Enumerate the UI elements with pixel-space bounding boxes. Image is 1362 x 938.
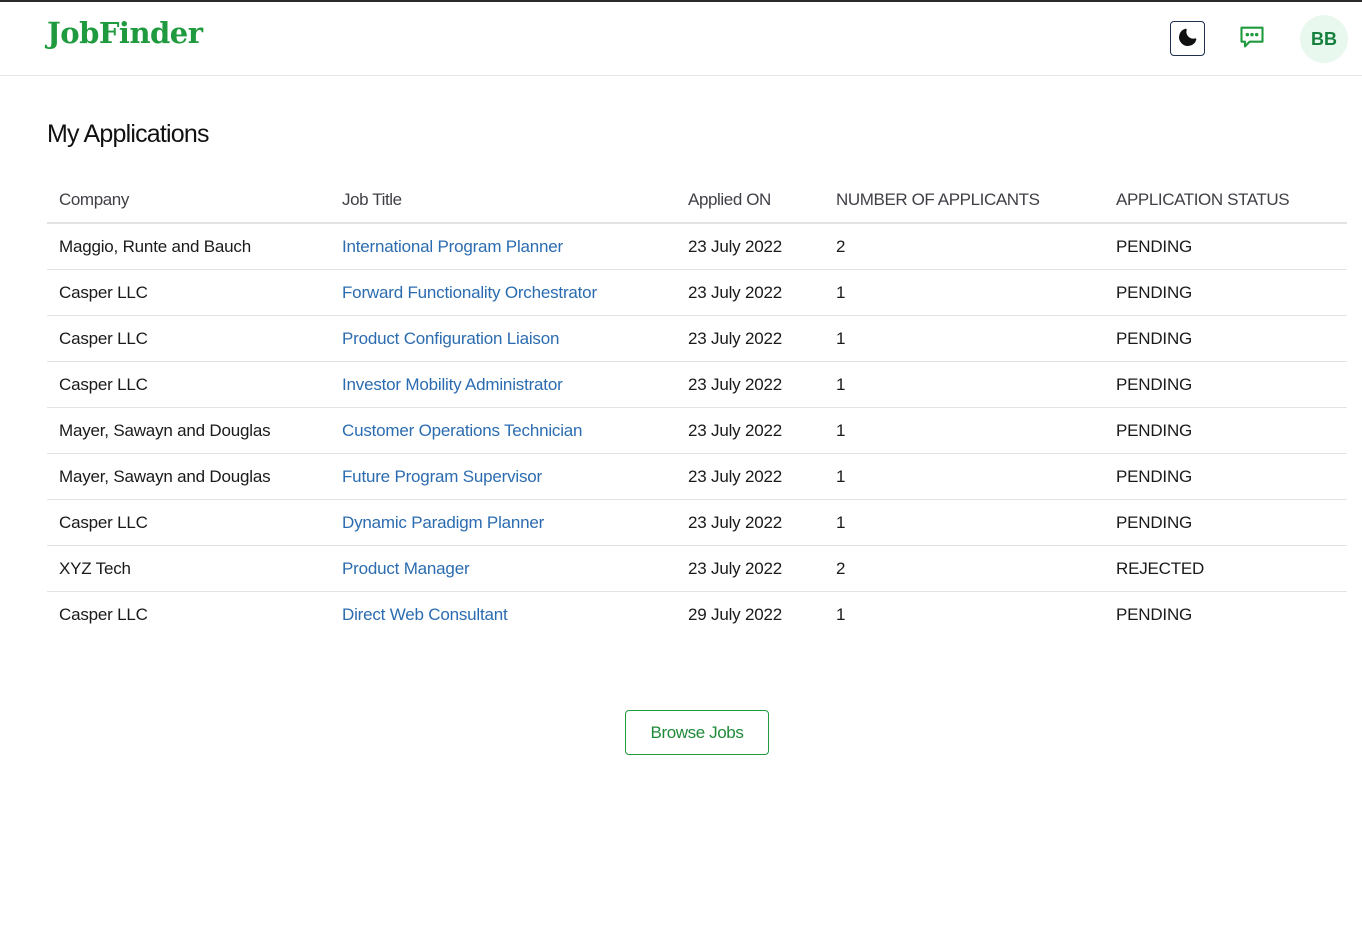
company-cell: XYZ Tech — [47, 545, 330, 592]
job-title-cell: Customer Operations Technician — [330, 407, 676, 454]
applied-on-cell: 23 July 2022 — [676, 453, 824, 500]
status-cell: PENDING — [1104, 453, 1347, 500]
company-cell: Casper LLC — [47, 315, 330, 362]
applicants-count-cell: 1 — [824, 499, 1104, 546]
applied-on-cell: 29 July 2022 — [688, 604, 783, 624]
job-title-cell: Dynamic Paradigm Planner — [330, 499, 676, 546]
job-title-link[interactable]: Product Configuration Liaison — [342, 329, 559, 348]
column-header-application-status: APPLICATION STATUS — [1104, 178, 1347, 224]
column-header-number-of-applicants: NUMBER OF APPLICANTS — [824, 178, 1104, 224]
user-avatar[interactable]: BB — [1300, 15, 1348, 63]
company-cell: Casper LLC — [59, 604, 148, 624]
table-row: Casper LLC Dynamic Paradigm Planner 23 J… — [47, 499, 1347, 546]
job-title-link[interactable]: Customer Operations Technician — [342, 421, 583, 440]
page-title: My Applications — [47, 120, 210, 148]
applied-on-cell: 23 July 2022 — [676, 545, 824, 592]
applicants-count-cell: 1 — [824, 269, 1104, 316]
applied-on-cell: 23 July 2022 — [676, 407, 824, 454]
applicants-count-cell: 1 — [824, 407, 1104, 454]
job-title-link[interactable]: Dynamic Paradigm Planner — [342, 513, 544, 532]
table-row: Casper LLC Investor Mobility Administrat… — [47, 361, 1347, 408]
job-title-cell: Product Configuration Liaison — [330, 315, 676, 362]
column-header-company: Company — [47, 178, 330, 224]
applications-table: Company Job Title Applied ON NUMBER OF A… — [47, 178, 1347, 637]
column-header-applied-on: Applied ON — [676, 178, 824, 224]
table-row: Casper LLC Forward Functionality Orchest… — [47, 269, 1347, 316]
status-cell: PENDING — [1104, 269, 1347, 316]
applicants-count-cell: 1 — [836, 604, 846, 624]
job-title-cell: Forward Functionality Orchestrator — [330, 269, 676, 316]
company-cell: Casper LLC — [47, 361, 330, 408]
job-title-cell: Product Manager — [330, 545, 676, 592]
job-title-link[interactable]: Future Program Supervisor — [342, 467, 542, 486]
applied-on-cell: 23 July 2022 — [676, 223, 824, 270]
table-row: Mayer, Sawayn and Douglas Future Program… — [47, 453, 1347, 500]
app-logo[interactable]: JobFinder — [47, 16, 203, 50]
messages-button[interactable] — [1234, 22, 1269, 57]
company-cell: Maggio, Runte and Bauch — [47, 223, 330, 270]
theme-toggle-button[interactable] — [1170, 21, 1205, 56]
browse-jobs-button[interactable]: Browse Jobs — [625, 710, 769, 755]
table-row: Mayer, Sawayn and Douglas Customer Opera… — [47, 407, 1347, 454]
applicants-count-cell: 1 — [824, 453, 1104, 500]
status-cell: REJECTED — [1104, 545, 1347, 592]
applicants-count-cell: 2 — [824, 223, 1104, 270]
applied-on-cell: 23 July 2022 — [676, 269, 824, 316]
company-cell: Mayer, Sawayn and Douglas — [47, 407, 330, 454]
table-row: Casper LLC Direct Web Consultant 29 July… — [47, 592, 1347, 638]
table-header-row: Company Job Title Applied ON NUMBER OF A… — [47, 178, 1347, 224]
company-cell: Casper LLC — [47, 269, 330, 316]
applied-on-cell: 23 July 2022 — [676, 499, 824, 546]
status-cell: PENDING — [1104, 407, 1347, 454]
applied-on-cell: 23 July 2022 — [676, 315, 824, 362]
job-title-cell: Direct Web Consultant — [330, 592, 676, 638]
table-row: Casper LLC Product Configuration Liaison… — [47, 315, 1347, 362]
top-navbar: JobFinder BB — [0, 2, 1362, 76]
moon-icon — [1177, 26, 1199, 51]
company-cell: Casper LLC — [47, 499, 330, 546]
chat-bubble-icon — [1238, 23, 1266, 56]
job-title-link[interactable]: International Program Planner — [342, 237, 563, 256]
job-title-link[interactable]: Forward Functionality Orchestrator — [342, 283, 597, 302]
job-title-link[interactable]: Product Manager — [342, 559, 470, 578]
job-title-cell: Investor Mobility Administrator — [330, 361, 676, 408]
status-cell: PENDING — [1104, 499, 1347, 546]
table-row: XYZ Tech Product Manager 23 July 2022 2 … — [47, 545, 1347, 592]
status-cell: PENDING — [1104, 223, 1347, 270]
company-cell: Mayer, Sawayn and Douglas — [47, 453, 330, 500]
job-title-link[interactable]: Investor Mobility Administrator — [342, 375, 563, 394]
status-cell: PENDING — [1116, 604, 1193, 624]
table-row: Maggio, Runte and Bauch International Pr… — [47, 223, 1347, 270]
status-cell: PENDING — [1104, 361, 1347, 408]
applicants-count-cell: 2 — [824, 545, 1104, 592]
column-header-job-title: Job Title — [330, 178, 676, 224]
job-title-link[interactable]: Direct Web Consultant — [342, 605, 508, 624]
job-title-cell: Future Program Supervisor — [330, 453, 676, 500]
applicants-count-cell: 1 — [824, 315, 1104, 362]
applicants-count-cell: 1 — [824, 361, 1104, 408]
applied-on-cell: 23 July 2022 — [676, 361, 824, 408]
status-cell: PENDING — [1104, 315, 1347, 362]
job-title-cell: International Program Planner — [330, 223, 676, 270]
